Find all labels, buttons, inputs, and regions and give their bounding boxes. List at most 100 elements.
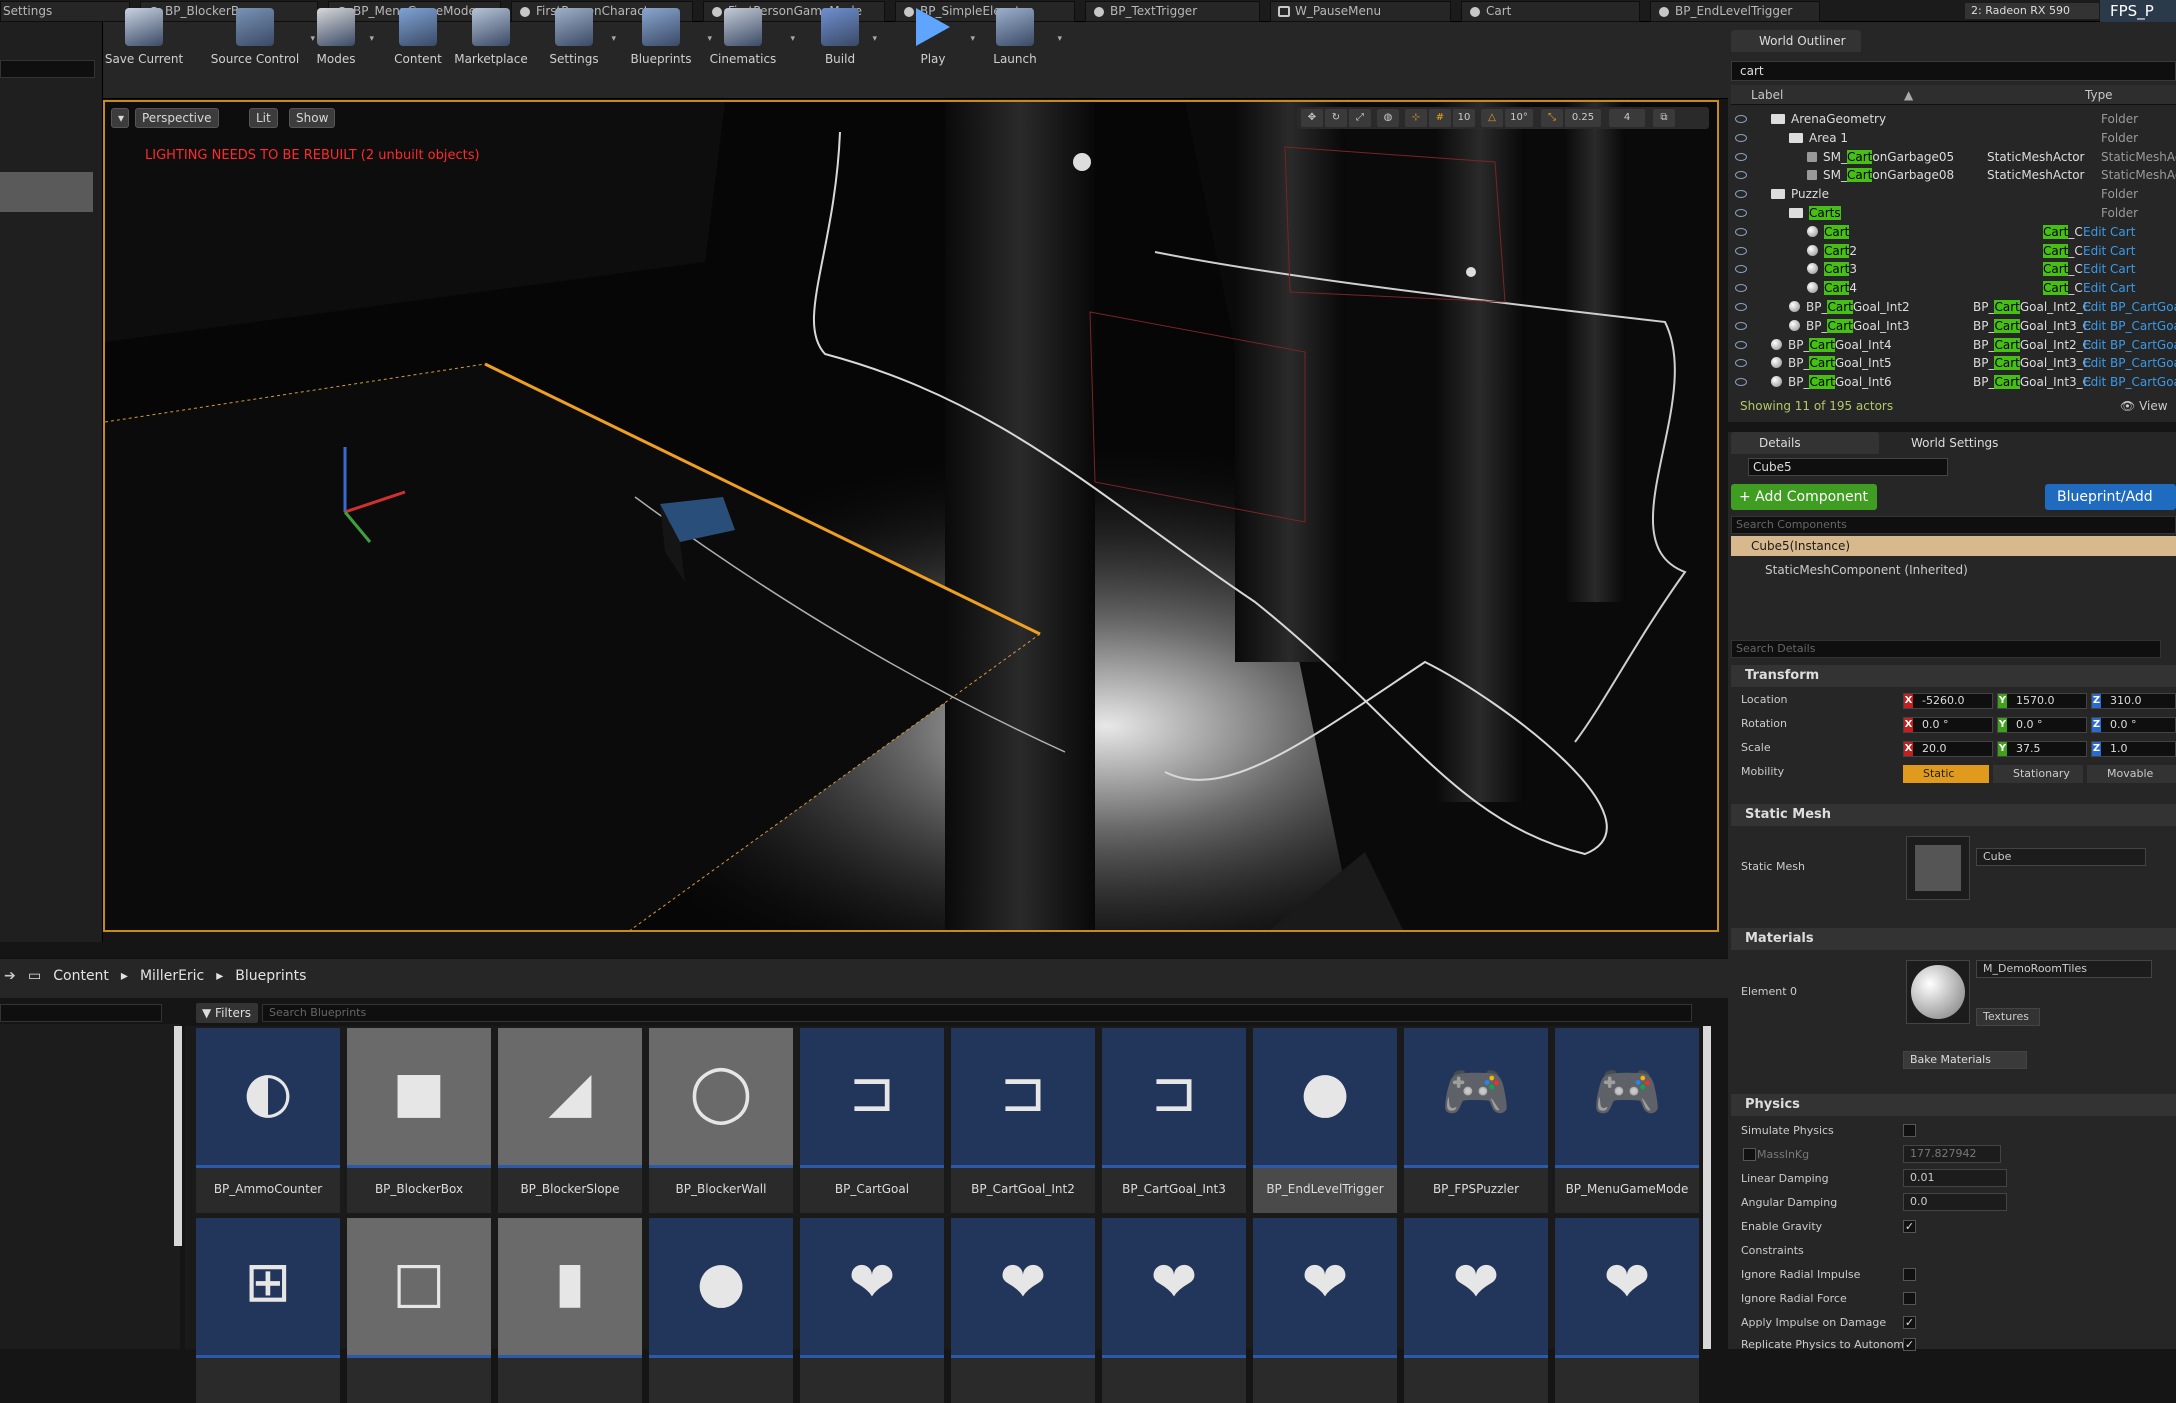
location-x[interactable]: X -5260.0 xyxy=(1903,693,1993,709)
asset-tile[interactable]: ⊐ BP_CartGoal_Int3 xyxy=(1102,1028,1246,1213)
asset-tile[interactable]: ❤ xyxy=(1404,1218,1548,1403)
asset-tile[interactable]: □ xyxy=(347,1218,491,1403)
component-instance-row[interactable]: Cube5(Instance) xyxy=(1731,536,2176,556)
asset-tile[interactable]: ◐ BP_AmmoCounter xyxy=(196,1028,340,1213)
edit-blueprint-link[interactable]: Edit BP_CartGoa xyxy=(2083,317,2176,336)
rotation-snap-icon[interactable]: △ xyxy=(1481,109,1503,127)
outliner-row[interactable]: ArenaGeometry Folder xyxy=(1731,110,2176,129)
scale-snap-value[interactable]: 0.25 xyxy=(1565,109,1601,127)
lit-button[interactable]: Lit xyxy=(249,108,278,128)
edit-blueprint-link[interactable]: Edit BP_CartGoa xyxy=(2083,373,2176,392)
surface-snap-icon[interactable]: ⊹ xyxy=(1405,109,1427,127)
mass-value[interactable]: 177.827942 xyxy=(1903,1145,2001,1163)
scale-x[interactable]: X 20.0 xyxy=(1903,741,1993,757)
outliner-row[interactable]: BP_CartGoal_Int4 BP_CartGoal_Int2_C Edit B… xyxy=(1731,336,2176,355)
blueprint-add-script-button[interactable]: Blueprint/Add xyxy=(2045,484,2176,510)
edit-blueprint-link[interactable]: Edit Cart xyxy=(2083,260,2135,279)
add-component-button[interactable]: + Add Component xyxy=(1731,484,1877,510)
viewport-options-button[interactable]: ▾ xyxy=(111,108,129,128)
outliner-row[interactable]: Cart2 Cart_C Edit Cart xyxy=(1731,242,2176,261)
rotation-y[interactable]: Y 0.0 ° xyxy=(1997,717,2087,733)
textures-dropdown[interactable]: Textures xyxy=(1976,1008,2040,1026)
modes-button[interactable]: Modes ▾ xyxy=(310,4,374,74)
blueprints-button[interactable]: Blueprints ▾ xyxy=(622,4,712,74)
material-thumbnail[interactable] xyxy=(1906,960,1970,1024)
grid-snap-value[interactable]: 10 xyxy=(1453,109,1475,127)
ignore-radial-force-checkbox[interactable] xyxy=(1903,1292,1916,1305)
outliner-search-input[interactable]: cart xyxy=(1731,61,2176,81)
outliner-row[interactable]: Puzzle Folder xyxy=(1731,185,2176,204)
folder-tree-scrollbar[interactable] xyxy=(174,1026,182,1246)
static-mesh-component-row[interactable]: StaticMeshComponent (Inherited) xyxy=(1765,563,1968,577)
rotate-mode-icon[interactable]: ↻ xyxy=(1325,109,1347,127)
breadcrumb-millereric[interactable]: MillerEric xyxy=(140,968,204,984)
edit-blueprint-link[interactable]: Edit Cart xyxy=(2083,242,2135,261)
gpu-selector[interactable]: 2: Radeon RX 590 xyxy=(1965,3,2099,19)
asset-tile[interactable]: ◢ BP_BlockerSlope xyxy=(498,1028,642,1213)
breadcrumb-blueprints[interactable]: Blueprints xyxy=(235,968,306,984)
chevron-down-icon[interactable]: ▾ xyxy=(970,34,975,44)
outliner-row[interactable]: Cart3 Cart_C Edit Cart xyxy=(1731,260,2176,279)
mobility-static[interactable]: Static xyxy=(1903,765,1989,783)
outliner-row[interactable]: SM_CartonGarbage05 StaticMeshActor StaticM… xyxy=(1731,148,2176,167)
show-button[interactable]: Show xyxy=(289,108,336,128)
scale-snap-icon[interactable]: ⤡ xyxy=(1541,109,1563,127)
tab-details[interactable]: Details xyxy=(1731,432,1879,454)
asset-tile[interactable]: ❤ xyxy=(800,1218,944,1403)
cinematics-button[interactable]: Cinematics ▾ xyxy=(703,4,795,74)
chevron-down-icon[interactable]: ▾ xyxy=(790,34,795,44)
outliner-row[interactable]: Carts Folder xyxy=(1731,204,2176,223)
visibility-eye-icon[interactable] xyxy=(1735,265,1747,274)
angular-damping-value[interactable]: 0.0 xyxy=(1903,1193,2007,1211)
maximize-viewport-icon[interactable]: ⧉ xyxy=(1653,109,1675,127)
bake-materials-button[interactable]: Bake Materials xyxy=(1903,1051,2027,1069)
visibility-eye-icon[interactable] xyxy=(1735,340,1747,349)
tab-world-outliner[interactable]: World Outliner xyxy=(1731,30,1861,52)
outliner-row[interactable]: BP_CartGoal_Int2 BP_CartGoal_Int2_C Edit B… xyxy=(1731,298,2176,317)
static-mesh-thumbnail[interactable] xyxy=(1906,836,1970,900)
tab-w-pausemenu[interactable]: W_PauseMenu xyxy=(1270,1,1451,22)
tab-world-settings[interactable]: World Settings xyxy=(1883,432,2023,454)
grid-snap-icon[interactable]: # xyxy=(1429,109,1451,127)
asset-tile[interactable]: ⊐ BP_CartGoal_Int2 xyxy=(951,1028,1095,1213)
mobility-movable[interactable]: Movable xyxy=(2087,765,2176,783)
actor-name-field[interactable]: Cube5 xyxy=(1748,458,1948,476)
visibility-eye-icon[interactable] xyxy=(1735,171,1747,180)
edit-blueprint-link[interactable]: Edit Cart xyxy=(2083,279,2135,298)
static-mesh-section[interactable]: Static Mesh xyxy=(1731,804,2176,826)
translate-mode-icon[interactable]: ✥ xyxy=(1301,109,1323,127)
location-y[interactable]: Y 1570.0 xyxy=(1997,693,2087,709)
enable-gravity-checkbox[interactable]: ✓ xyxy=(1903,1220,1916,1233)
outliner-col-label[interactable]: Label xyxy=(1751,85,1783,105)
visibility-eye-icon[interactable] xyxy=(1735,209,1747,217)
tab-bp-endleveltrigger[interactable]: BP_EndLevelTrigger xyxy=(1650,1,1820,22)
asset-tile[interactable]: ⊞ xyxy=(196,1218,340,1403)
asset-tile[interactable]: ● xyxy=(649,1218,793,1403)
launch-button[interactable]: Launch ▾ xyxy=(980,4,1062,74)
outliner-row[interactable]: Area 1 Folder xyxy=(1731,129,2176,148)
modes-search-input[interactable] xyxy=(0,60,95,78)
visibility-eye-icon[interactable] xyxy=(1735,378,1747,387)
visibility-eye-icon[interactable] xyxy=(1735,152,1747,161)
save-button[interactable]: Save Current xyxy=(103,4,185,74)
asset-tile[interactable]: ❤ xyxy=(951,1218,1095,1403)
visibility-eye-icon[interactable] xyxy=(1735,359,1747,368)
outliner-col-type[interactable]: Type xyxy=(2085,85,2113,105)
asset-tile[interactable]: 🎮 BP_MenuGameMode xyxy=(1555,1028,1699,1213)
visibility-eye-icon[interactable] xyxy=(1735,321,1747,330)
visibility-eye-icon[interactable] xyxy=(1735,133,1747,142)
marketplace-button[interactable]: Marketplace xyxy=(451,4,531,74)
edit-blueprint-link[interactable]: Edit BP_CartGoa xyxy=(2083,354,2176,373)
asset-tile[interactable]: ❤ xyxy=(1555,1218,1699,1403)
search-components-input[interactable]: Search Components xyxy=(1731,516,2176,534)
asset-tile[interactable]: ❤ xyxy=(1102,1218,1246,1403)
asset-tile[interactable]: ◯ BP_BlockerWall xyxy=(649,1028,793,1213)
perspective-button[interactable]: Perspective xyxy=(135,108,219,128)
scale-z[interactable]: Z 1.0 xyxy=(2091,741,2176,757)
settings-button[interactable]: Settings ▾ xyxy=(544,4,616,74)
scale-y[interactable]: Y 37.5 xyxy=(1997,741,2087,757)
asset-tile[interactable]: ● BP_EndLevelTrigger xyxy=(1253,1028,1397,1213)
world-space-icon[interactable]: ◍ xyxy=(1377,109,1399,127)
asset-tile[interactable]: ■ BP_BlockerBox xyxy=(347,1028,491,1213)
play-button[interactable]: Play ▾ xyxy=(903,4,975,74)
